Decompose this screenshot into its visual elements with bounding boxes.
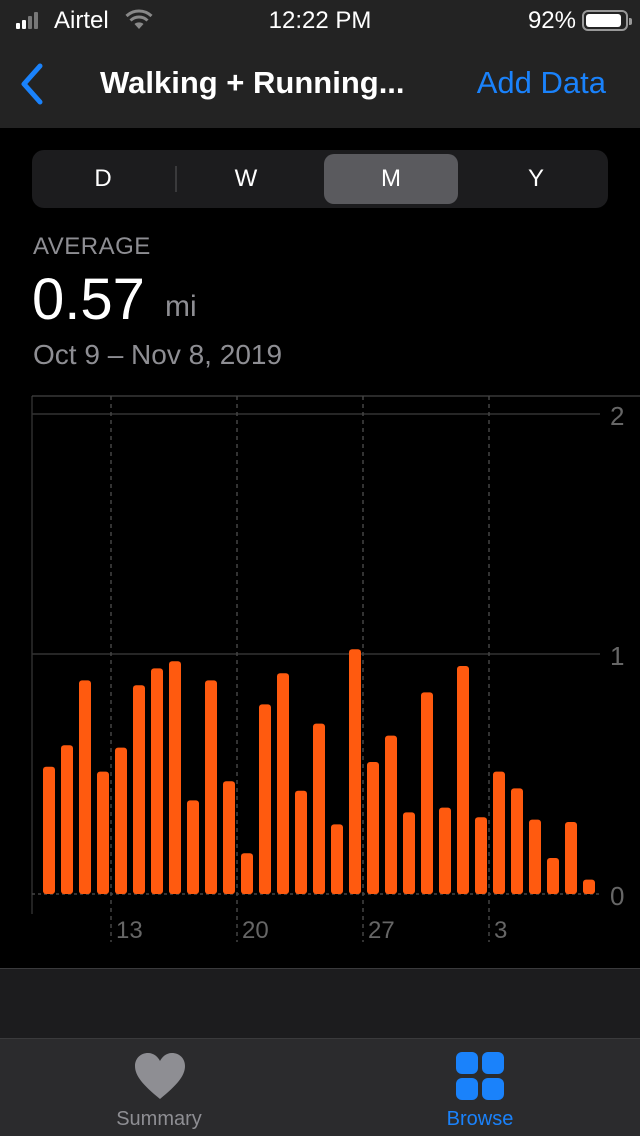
segment-divider [175, 166, 177, 192]
segment-year[interactable]: Y [469, 154, 603, 204]
tab-bar: Summary Browse [0, 1038, 640, 1136]
bar[interactable] [439, 807, 451, 894]
bar[interactable] [457, 666, 469, 894]
x-tick-label: 20 [242, 917, 269, 944]
tab-browse-label: Browse [446, 1108, 514, 1130]
bar[interactable] [475, 817, 487, 894]
tab-summary-label: Summary [116, 1108, 202, 1130]
segment-week[interactable]: W [179, 154, 313, 204]
x-tick-label: 27 [368, 917, 395, 944]
navigation-bar: Walking + Running... Add Data [0, 40, 640, 128]
bar[interactable] [367, 762, 379, 894]
bar[interactable] [169, 661, 181, 894]
segment-month[interactable]: M [324, 154, 458, 204]
y-tick-label: 2 [610, 401, 624, 431]
bar[interactable] [43, 766, 55, 894]
bar[interactable] [529, 819, 541, 894]
bar-chart[interactable]: 0 1 2 13 20 27 3 [0, 390, 640, 970]
x-tick-label: 3 [494, 917, 507, 944]
bar[interactable] [115, 747, 127, 894]
heart-icon [135, 1053, 185, 1099]
bar[interactable] [277, 673, 289, 894]
bar[interactable] [241, 853, 253, 894]
bar[interactable] [565, 822, 577, 894]
bar[interactable] [583, 879, 595, 894]
status-bar: Airtel 12:22 PM 92% [0, 0, 640, 40]
bar[interactable] [313, 723, 325, 894]
chevron-left-icon[interactable] [14, 60, 50, 108]
bar[interactable] [403, 812, 415, 894]
battery-icon [582, 10, 632, 31]
bar[interactable] [79, 680, 91, 894]
bar[interactable] [205, 680, 217, 894]
bar[interactable] [97, 771, 109, 894]
add-data-button[interactable]: Add Data [477, 65, 606, 101]
bar[interactable] [259, 704, 271, 894]
bar[interactable] [187, 800, 199, 894]
bar[interactable] [385, 735, 397, 894]
bar[interactable] [547, 858, 559, 894]
y-tick-label: 1 [610, 641, 624, 671]
tab-summary[interactable]: Summary [0, 1039, 320, 1136]
tab-browse[interactable]: Browse [320, 1039, 640, 1136]
bar[interactable] [331, 824, 343, 894]
bar[interactable] [295, 790, 307, 894]
battery-percent: 92% [527, 7, 576, 34]
bar[interactable] [151, 668, 163, 894]
date-range: Oct 9 – Nov 8, 2019 [33, 339, 283, 370]
bar[interactable] [133, 685, 145, 894]
bar[interactable] [511, 788, 523, 894]
segment-day[interactable]: D [36, 154, 170, 204]
x-tick-label: 13 [116, 917, 143, 944]
average-unit: mi [165, 290, 197, 323]
grid-icon [456, 1052, 504, 1100]
chart-footer-band [0, 968, 640, 1038]
y-tick-label: 0 [610, 881, 624, 911]
time-range-segmented-control: D W M Y [32, 150, 608, 208]
bar[interactable] [421, 692, 433, 894]
average-label: AVERAGE [33, 233, 151, 260]
bar[interactable] [61, 745, 73, 894]
average-value: 0.57 [32, 267, 145, 332]
page-title: Walking + Running... [100, 65, 405, 100]
bar[interactable] [223, 781, 235, 894]
distance-chart[interactable]: 0 1 2 13 20 27 3 [0, 390, 640, 970]
bar[interactable] [493, 771, 505, 894]
bar[interactable] [349, 649, 361, 894]
